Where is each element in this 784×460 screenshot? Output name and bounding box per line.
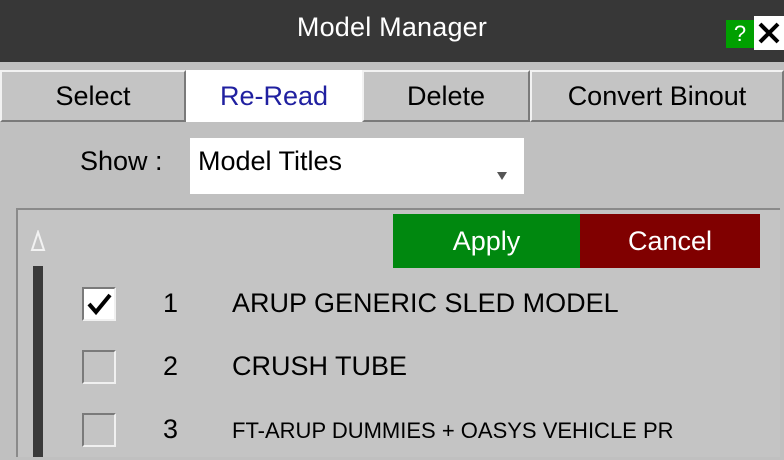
window-title: Model Manager	[296, 12, 488, 42]
close-icon	[758, 22, 780, 44]
model-checkbox[interactable]	[82, 350, 116, 384]
title-bar: Model Manager ?	[0, 0, 784, 62]
help-button[interactable]: ?	[726, 20, 754, 48]
model-title: ARUP GENERIC SLED MODEL	[232, 288, 619, 318]
toolbar: Select Re-Read Delete Convert Binout	[0, 62, 784, 124]
model-number: 2	[163, 351, 179, 381]
show-select[interactable]: Model Titles	[190, 138, 524, 194]
cancel-button[interactable]: Cancel	[580, 214, 760, 268]
model-row[interactable]: 1 ARUP GENERIC SLED MODEL	[0, 274, 784, 334]
model-number: 3	[163, 414, 179, 444]
model-title: FT-ARUP DUMMIES + OASYS VEHICLE PR	[232, 418, 674, 443]
select-button[interactable]: Select	[0, 70, 186, 122]
dropdown-arrow-icon	[497, 172, 507, 180]
model-number: 1	[163, 288, 179, 318]
show-select-value: Model Titles	[198, 146, 343, 176]
convert-binout-button[interactable]: Convert Binout	[530, 70, 784, 122]
re-read-button[interactable]: Re-Read	[186, 70, 362, 122]
show-label: Show :	[80, 146, 163, 176]
model-title: CRUSH TUBE	[232, 351, 408, 381]
close-button[interactable]	[754, 16, 784, 50]
model-row[interactable]: 3 FT-ARUP DUMMIES + OASYS VEHICLE PR	[0, 400, 784, 460]
model-checkbox[interactable]	[82, 413, 116, 447]
delete-button[interactable]: Delete	[362, 70, 530, 122]
apply-button[interactable]: Apply	[393, 214, 580, 268]
scroll-up-arrow-icon[interactable]	[30, 230, 46, 252]
checkmark-icon	[87, 293, 112, 316]
model-checkbox[interactable]	[82, 287, 116, 321]
model-row[interactable]: 2 CRUSH TUBE	[0, 337, 784, 397]
